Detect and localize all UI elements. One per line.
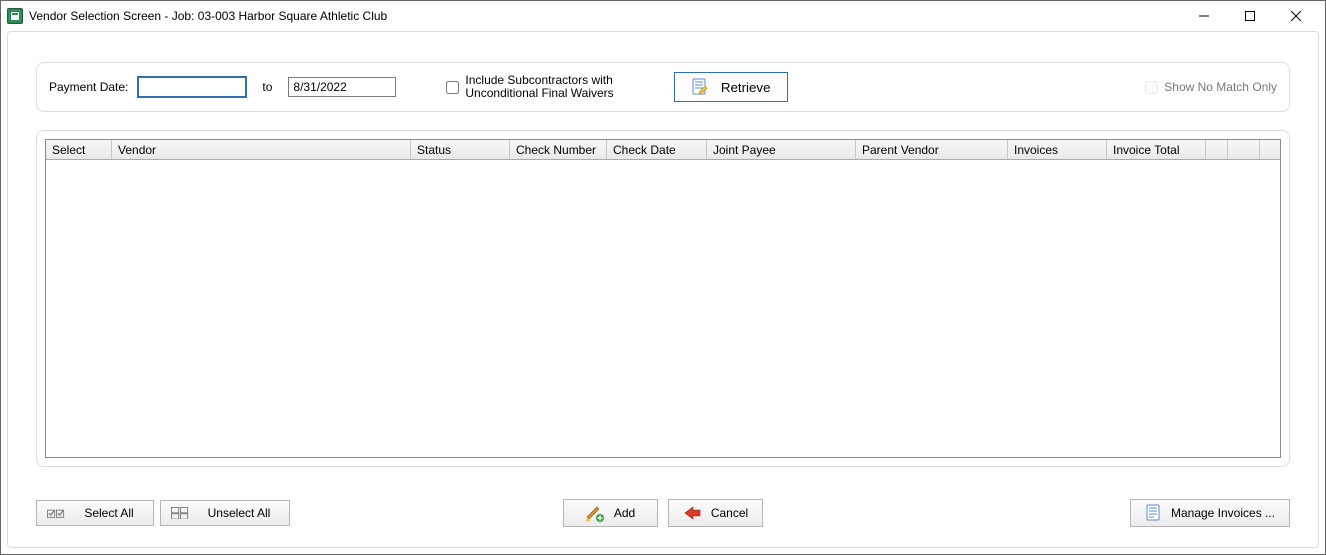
column-header[interactable]: Invoices	[1008, 140, 1107, 159]
grid-panel: SelectVendorStatusCheck NumberCheck Date…	[36, 130, 1290, 467]
maximize-button[interactable]	[1227, 1, 1273, 31]
payment-date-to-input[interactable]	[288, 77, 396, 97]
cancel-button[interactable]: Cancel	[668, 499, 763, 527]
select-all-label: Select All	[75, 506, 143, 520]
column-header[interactable]: Parent Vendor	[856, 140, 1008, 159]
column-header[interactable]: Joint Payee	[707, 140, 856, 159]
to-label: to	[262, 80, 272, 94]
unselect-all-button[interactable]: Unselect All	[160, 500, 290, 526]
show-no-match-label: Show No Match Only	[1164, 80, 1277, 94]
include-subcontractors-input[interactable]	[446, 81, 459, 94]
column-header[interactable]: Select	[46, 140, 112, 159]
window-controls	[1181, 1, 1319, 31]
grid-header: SelectVendorStatusCheck NumberCheck Date…	[46, 140, 1280, 160]
retrieve-button-label: Retrieve	[721, 80, 771, 95]
minimize-button[interactable]	[1181, 1, 1227, 31]
column-header[interactable]: Vendor	[112, 140, 411, 159]
add-icon	[586, 505, 604, 521]
close-button[interactable]	[1273, 1, 1319, 31]
select-all-button[interactable]: Select All	[36, 500, 154, 526]
payment-date-from-input[interactable]	[138, 77, 246, 97]
grid-body[interactable]	[46, 160, 1280, 457]
add-button-label: Add	[614, 506, 635, 520]
column-header[interactable]: Status	[411, 140, 510, 159]
add-button[interactable]: Add	[563, 499, 658, 527]
show-no-match-input[interactable]	[1145, 81, 1158, 94]
column-header[interactable]: Check Date	[607, 140, 707, 159]
payment-date-label: Payment Date:	[49, 80, 128, 94]
window-title: Vendor Selection Screen - Job: 03-003 Ha…	[29, 9, 1181, 23]
maximize-icon	[1245, 11, 1255, 21]
manage-invoices-icon	[1145, 505, 1163, 521]
cancel-icon	[683, 505, 701, 521]
client-area: Payment Date: to Include Subcontractors …	[1, 31, 1325, 554]
cancel-button-label: Cancel	[711, 506, 748, 520]
center-buttons: Add Cancel	[563, 499, 763, 527]
include-subcontractors-checkbox[interactable]: Include Subcontractors with Unconditiona…	[446, 74, 613, 100]
manage-invoices-button[interactable]: Manage Invoices ...	[1130, 499, 1290, 527]
unselect-all-label: Unselect All	[199, 506, 279, 520]
manage-invoices-label: Manage Invoices ...	[1171, 506, 1275, 520]
app-icon	[7, 8, 23, 24]
inner-frame: Payment Date: to Include Subcontractors …	[7, 31, 1319, 548]
retrieve-icon	[691, 78, 709, 96]
vendor-grid[interactable]: SelectVendorStatusCheck NumberCheck Date…	[45, 139, 1281, 458]
show-no-match-checkbox[interactable]: Show No Match Only	[1145, 80, 1277, 94]
titlebar: Vendor Selection Screen - Job: 03-003 Ha…	[1, 1, 1325, 31]
column-header[interactable]	[1228, 140, 1260, 159]
minimize-icon	[1199, 11, 1209, 21]
filter-panel: Payment Date: to Include Subcontractors …	[36, 62, 1290, 112]
select-all-icon	[47, 505, 65, 521]
include-subcontractors-label: Include Subcontractors with Unconditiona…	[465, 74, 613, 100]
retrieve-button[interactable]: Retrieve	[674, 72, 788, 102]
column-header[interactable]: Check Number	[510, 140, 607, 159]
column-header[interactable]	[1206, 140, 1228, 159]
unselect-all-icon	[171, 505, 189, 521]
close-icon	[1291, 11, 1301, 21]
bottom-bar: Select All Unselect All Add	[36, 493, 1290, 533]
window-root: Vendor Selection Screen - Job: 03-003 Ha…	[0, 0, 1326, 555]
column-header[interactable]: Invoice Total	[1107, 140, 1206, 159]
